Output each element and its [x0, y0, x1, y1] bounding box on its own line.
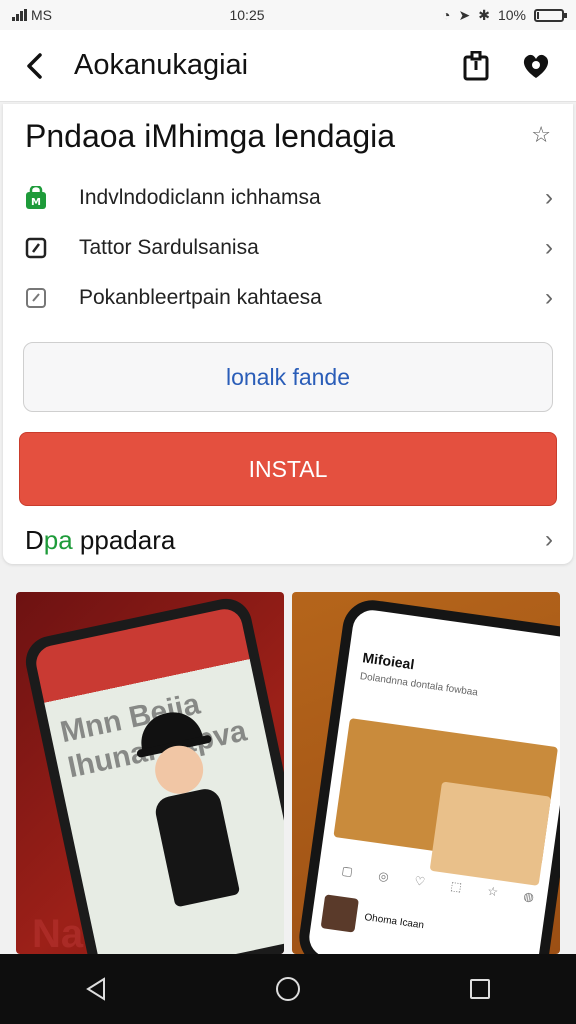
star-icon: ☆ — [531, 122, 551, 147]
info-row-2-label: Tattor Sardulsanisa — [79, 236, 259, 259]
arrow-left-icon — [27, 52, 42, 79]
share-button[interactable] — [456, 46, 496, 86]
status-left: MS — [12, 7, 52, 23]
phone-screen: Mifoieal Dolandnna dontala fowbaa ▢ ◎ ♡ ⬚ ☆ ◍… — [306, 607, 560, 954]
details-label-suffix: ppadara — [72, 524, 176, 555]
nav-recents-button[interactable] — [450, 964, 510, 1014]
details-label-prefix: D — [25, 524, 44, 555]
star-button[interactable]: ☆ — [531, 122, 551, 148]
chevron-right-icon: › — [545, 284, 553, 311]
more-button[interactable] — [516, 46, 556, 86]
screenshot-2-row-text: Ohoma Icaan — [363, 911, 425, 931]
battery-fill — [536, 11, 539, 19]
screenshot-carousel[interactable]: Naic Mnn Beija Ihunar Stpva Mifoieal Dol… — [0, 592, 576, 954]
system-nav-bar — [0, 954, 576, 1024]
screenshot-2[interactable]: Mifoieal Dolandnna dontala fowbaa ▢ ◎ ♡ ⬚ ☆ ◍… — [292, 592, 560, 954]
info-row-1[interactable]: M Indvlndodiclann ichhamsa › — [25, 178, 553, 218]
back-button[interactable] — [20, 51, 50, 81]
app-title: Pndaoa iMhimga lendagia — [25, 118, 396, 154]
signal-icon — [12, 9, 27, 21]
chevron-right-icon: › — [545, 234, 553, 261]
details-label: Dpa ppadara — [25, 525, 545, 556]
screenshot-2-subtitle: Dolandnna dontala fowbaa — [359, 671, 479, 699]
svg-text:M: M — [31, 197, 41, 208]
back-triangle-icon — [86, 977, 105, 1001]
check-square-icon — [25, 237, 59, 259]
share-icon — [463, 50, 489, 80]
phone-mockup: Mnn Beija Ihunar Stpva — [21, 594, 284, 954]
install-button[interactable]: INSTAL — [19, 432, 557, 506]
status-right: ◔ ➤ ✱ 10% — [442, 6, 567, 24]
secondary-button[interactable]: lonalk fande — [23, 342, 553, 412]
header-title: Aokanukagiai — [74, 49, 249, 81]
screenshot-2-title: Mifoieal — [361, 649, 416, 673]
edit-square-icon — [25, 287, 59, 309]
bluetooth-icon: ✱ — [478, 6, 490, 23]
heart-icon — [523, 54, 549, 78]
clock: 10:25 — [229, 7, 265, 23]
chevron-right-icon: › — [545, 526, 553, 553]
person-photo — [429, 781, 552, 886]
nav-home-button[interactable] — [258, 964, 318, 1014]
nav-back-button[interactable] — [66, 964, 126, 1014]
battery-icon — [533, 8, 567, 22]
app-header: Aokanukagiai — [0, 30, 576, 102]
carrier-label: MS — [31, 7, 52, 23]
info-row-3[interactable]: Pokanbleertpain kahtaesa › — [25, 278, 553, 318]
details-label-highlight: pa — [43, 524, 73, 555]
home-circle-icon — [276, 977, 300, 1001]
details-row[interactable]: Dpa ppadara › — [25, 519, 553, 561]
chevron-right-icon: › — [545, 184, 553, 211]
location-icon: ➤ — [458, 6, 471, 23]
status-bar: MS 10:25 ◔ ➤ ✱ 10% — [0, 0, 576, 30]
info-row-2[interactable]: Tattor Sardulsanisa › — [25, 228, 553, 268]
app-card: Pndaoa iMhimga lendagia ☆ M Indvlndodicl… — [3, 104, 573, 564]
phone-screen: Mnn Beija Ihunar Stpva — [32, 605, 284, 954]
phone-mockup: Mifoieal Dolandnna dontala fowbaa ▢ ◎ ♡ ⬚ ☆ ◍… — [295, 596, 560, 954]
screenshot-1[interactable]: Naic Mnn Beija Ihunar Stpva — [16, 592, 284, 954]
sync-icon: ◔ — [442, 7, 451, 23]
info-row-1-label: Indvlndodiclann ichhamsa — [79, 186, 321, 209]
battery-percent: 10% — [497, 7, 526, 23]
info-row-3-label: Pokanbleertpain kahtaesa — [79, 286, 322, 309]
shopping-bag-icon: M — [25, 186, 59, 210]
recents-square-icon — [470, 979, 490, 999]
